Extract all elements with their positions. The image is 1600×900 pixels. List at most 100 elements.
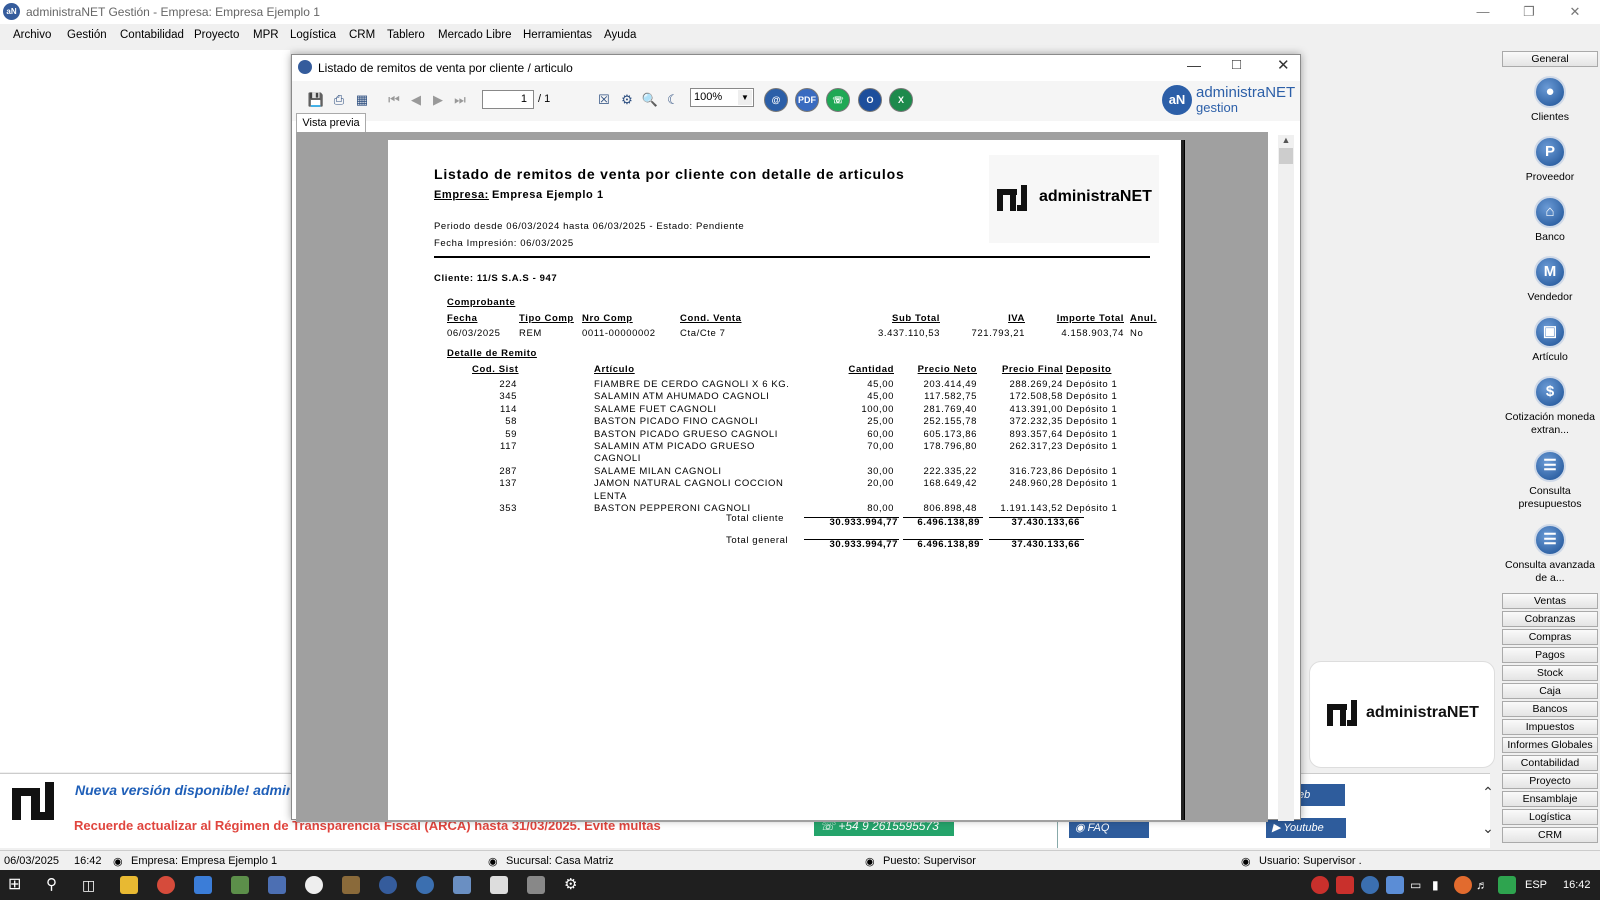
category-contabilidad[interactable]: Contabilidad bbox=[1502, 755, 1598, 771]
print-icon[interactable]: ⎙ bbox=[329, 90, 349, 110]
app-icon[interactable] bbox=[305, 876, 323, 894]
scroll-down-icon[interactable]: ⌄ bbox=[1478, 810, 1498, 846]
find-icon[interactable]: ☾ bbox=[663, 90, 683, 110]
menu-logistica[interactable]: Logística bbox=[290, 29, 336, 41]
shortcut-vendedor[interactable]: M Vendedor bbox=[1502, 256, 1598, 304]
shortcut-clientes[interactable]: ● Clientes bbox=[1502, 76, 1598, 124]
language-indicator[interactable]: ESP bbox=[1525, 879, 1547, 891]
menu-proyecto[interactable]: Proyecto bbox=[194, 29, 239, 41]
category-informes-globales[interactable]: Informes Globales bbox=[1502, 737, 1598, 753]
chevron-down-icon[interactable]: ▼ bbox=[738, 90, 752, 105]
window-close-button[interactable]: ✕ bbox=[1277, 56, 1290, 74]
menu-mpr[interactable]: MPR bbox=[253, 29, 279, 41]
app-icon[interactable] bbox=[342, 876, 360, 894]
network-icon[interactable]: ▭ bbox=[1410, 876, 1428, 894]
shortcut-proveedor[interactable]: P Proveedor bbox=[1502, 136, 1598, 184]
category-ventas[interactable]: Ventas bbox=[1502, 593, 1598, 609]
menu-gestion[interactable]: Gestión bbox=[67, 29, 107, 41]
window-maximize-button[interactable]: □ bbox=[1232, 56, 1241, 73]
tray-icon[interactable] bbox=[1498, 876, 1516, 894]
close-button[interactable]: ✕ bbox=[1552, 0, 1598, 24]
shortcut-consulta-presupuestos[interactable]: ☰ Consulta presupuestos bbox=[1502, 450, 1598, 511]
tree-icon[interactable]: ▦ bbox=[352, 90, 372, 110]
youtube-button[interactable]: ▶ Youtube bbox=[1266, 818, 1346, 838]
category-ensamblaje[interactable]: Ensamblaje bbox=[1502, 791, 1598, 807]
windows-start-icon[interactable]: ⊞ bbox=[8, 876, 26, 894]
category-proyecto[interactable]: Proyecto bbox=[1502, 773, 1598, 789]
shortcut-cotizacion[interactable]: $ Cotización moneda extran... bbox=[1502, 376, 1598, 437]
menu-tablero[interactable]: Tablero bbox=[387, 29, 425, 41]
outlook-icon[interactable]: O bbox=[858, 88, 882, 112]
tray-icon[interactable] bbox=[1386, 876, 1404, 894]
zoom-select[interactable]: 100% ▼ bbox=[690, 88, 754, 107]
administranet-taskbar-icon[interactable] bbox=[379, 876, 397, 894]
task-view-icon[interactable]: ◫ bbox=[82, 876, 100, 894]
menu-ayuda[interactable]: Ayuda bbox=[604, 29, 636, 41]
last-page-icon[interactable]: ⏭ bbox=[450, 90, 470, 110]
new-version-text[interactable]: Nueva versión disponible! admin bbox=[75, 782, 290, 798]
category-cobranzas[interactable]: Cobranzas bbox=[1502, 611, 1598, 627]
next-page-icon[interactable]: ▶ bbox=[428, 90, 448, 110]
comp-importe: 4.158.903,74 bbox=[1061, 328, 1124, 339]
vertical-scrollbar[interactable]: ▲ bbox=[1278, 135, 1294, 821]
notepad-icon[interactable] bbox=[490, 876, 508, 894]
chrome-icon[interactable] bbox=[157, 876, 175, 894]
calculator-icon[interactable] bbox=[527, 876, 545, 894]
email-icon[interactable]: @ bbox=[764, 88, 788, 112]
app-icon[interactable] bbox=[416, 876, 434, 894]
settings-icon[interactable]: ⚙ bbox=[617, 90, 637, 110]
tray-icon[interactable] bbox=[1361, 876, 1379, 894]
tab-vista-previa[interactable]: Vista previa bbox=[296, 113, 366, 133]
menu-mercado-libre[interactable]: Mercado Libre bbox=[438, 29, 512, 41]
minimize-button[interactable]: — bbox=[1460, 0, 1506, 24]
close-preview-icon[interactable]: ☒ bbox=[594, 90, 614, 110]
item-final: 372.232,35 bbox=[1009, 416, 1063, 428]
menu-herramientas[interactable]: Herramientas bbox=[523, 29, 592, 41]
app-icon[interactable] bbox=[194, 876, 212, 894]
zoom-icon[interactable]: 🔍 bbox=[640, 90, 660, 110]
whatsapp-icon[interactable]: ☏ bbox=[826, 88, 850, 112]
tray-icon[interactable] bbox=[1311, 876, 1329, 894]
scroll-up-icon[interactable]: ▲ bbox=[1278, 135, 1294, 145]
restore-button[interactable]: ❐ bbox=[1506, 0, 1552, 24]
category-stock[interactable]: Stock bbox=[1502, 665, 1598, 681]
window-minimize-button[interactable]: — bbox=[1187, 57, 1201, 73]
shortcut-consulta-avanzada[interactable]: ☰ Consulta avanzada de a... bbox=[1502, 524, 1598, 585]
tray-icon[interactable] bbox=[1454, 876, 1472, 894]
category-pagos[interactable]: Pagos bbox=[1502, 647, 1598, 663]
shortcut-banco[interactable]: ⌂ Banco bbox=[1502, 196, 1598, 244]
scroll-up-icon[interactable]: ⌃ bbox=[1478, 774, 1498, 810]
menu-archivo[interactable]: Archivo bbox=[13, 29, 51, 41]
taskbar-clock[interactable]: 16:42 bbox=[1563, 879, 1591, 891]
page-number-input[interactable]: 1 bbox=[482, 90, 534, 109]
shortcut-articulo[interactable]: ▣ Artículo bbox=[1502, 316, 1598, 364]
category-logistica[interactable]: Logística bbox=[1502, 809, 1598, 825]
item-cant: 45,00 bbox=[867, 391, 894, 403]
app-icon[interactable] bbox=[231, 876, 249, 894]
excel-icon[interactable]: X bbox=[889, 88, 913, 112]
export-icon[interactable]: 💾 bbox=[306, 90, 326, 110]
menu-contabilidad[interactable]: Contabilidad bbox=[120, 29, 184, 41]
prev-page-icon[interactable]: ◀ bbox=[406, 90, 426, 110]
volume-icon[interactable]: ♬ bbox=[1476, 876, 1494, 894]
battery-icon[interactable]: ▮ bbox=[1432, 876, 1450, 894]
category-general[interactable]: General bbox=[1502, 51, 1598, 67]
app-icon[interactable] bbox=[268, 876, 286, 894]
gmail-tray-icon[interactable] bbox=[1336, 876, 1354, 894]
banner-scroll[interactable]: ⌃ ⌄ bbox=[1478, 774, 1498, 848]
category-crm[interactable]: CRM bbox=[1502, 827, 1598, 843]
pdf-icon[interactable]: PDF bbox=[795, 88, 819, 112]
search-icon[interactable]: ⚲ bbox=[46, 876, 64, 894]
status-sucursal: Sucursal: Casa Matriz bbox=[506, 855, 614, 867]
scroll-thumb[interactable] bbox=[1279, 148, 1293, 164]
category-compras[interactable]: Compras bbox=[1502, 629, 1598, 645]
category-impuestos[interactable]: Impuestos bbox=[1502, 719, 1598, 735]
first-page-icon[interactable]: ⏮ bbox=[384, 90, 404, 110]
menu-crm[interactable]: CRM bbox=[349, 29, 375, 41]
file-explorer-icon[interactable] bbox=[120, 876, 138, 894]
category-bancos[interactable]: Bancos bbox=[1502, 701, 1598, 717]
app-icon[interactable] bbox=[453, 876, 471, 894]
web-button[interactable]: eb bbox=[1295, 784, 1345, 806]
category-caja[interactable]: Caja bbox=[1502, 683, 1598, 699]
settings-gear-icon[interactable]: ⚙ bbox=[564, 876, 582, 894]
